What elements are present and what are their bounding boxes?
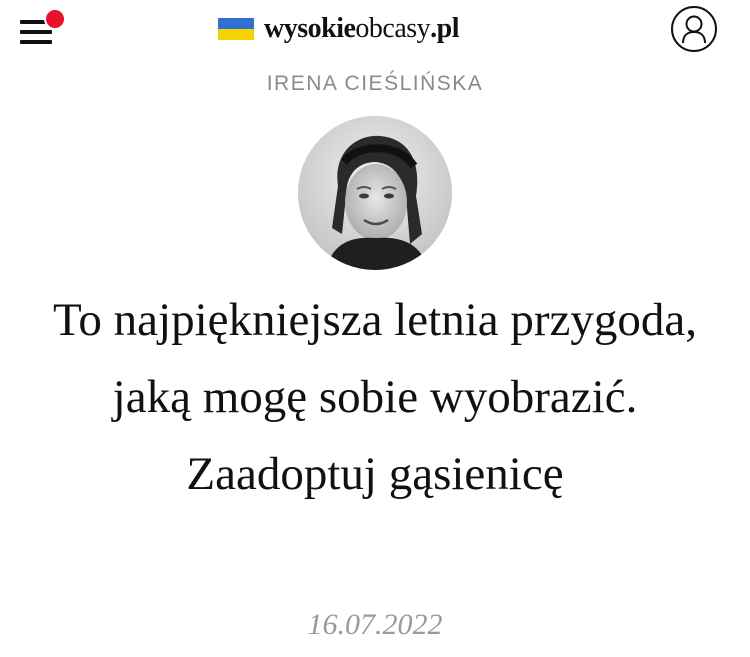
logo-text: wysokieobcasy.pl	[264, 13, 460, 44]
menu-bar	[20, 30, 52, 34]
user-icon	[682, 15, 706, 44]
ukraine-flag-icon	[218, 18, 254, 40]
menu-bar	[20, 40, 52, 44]
author-avatar	[298, 116, 452, 270]
notification-dot	[44, 8, 66, 30]
publish-date: 16.07.2022	[307, 608, 443, 641]
logo-bold-part: wysokie	[264, 13, 356, 44]
menu-button[interactable]	[18, 8, 70, 50]
author-name[interactable]: IRENA CIEŚLIŃSKA	[0, 72, 750, 96]
logo-light-part: obcasy	[355, 13, 431, 44]
site-logo[interactable]: wysokieobcasy.pl	[218, 12, 460, 46]
author-portrait	[298, 116, 452, 270]
article-headline[interactable]: To najpiękniejsza letnia przygoda, jaką …	[40, 282, 710, 513]
user-account-button[interactable]	[671, 6, 717, 52]
logo-tld: .pl	[430, 13, 460, 44]
